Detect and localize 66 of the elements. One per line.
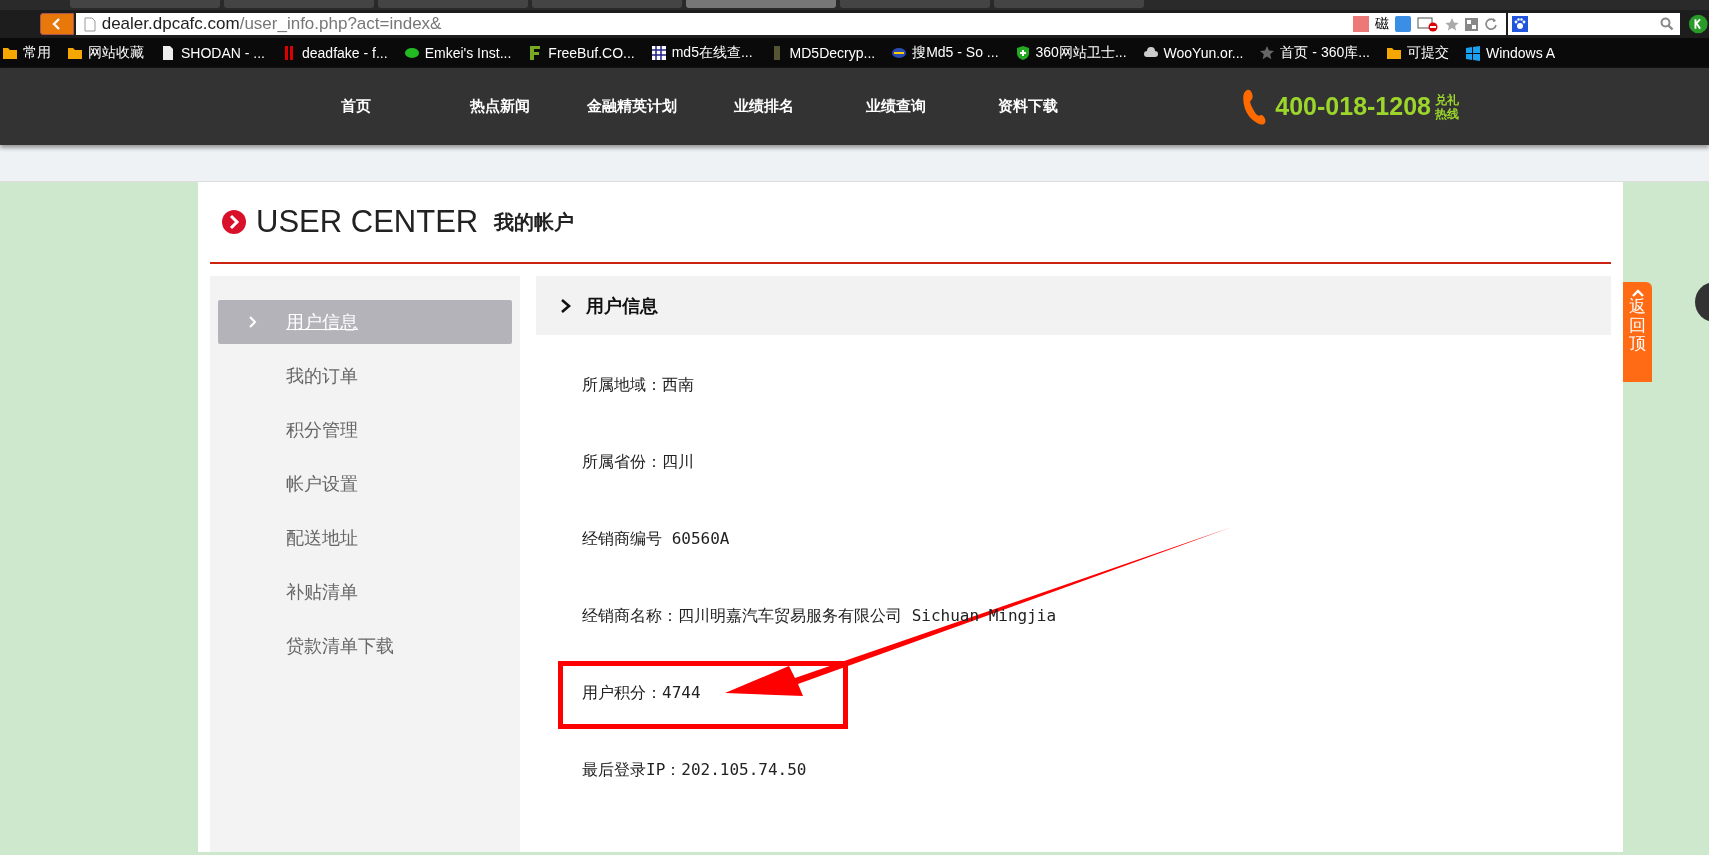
hotline-label: 热线	[1435, 106, 1459, 121]
nav-link[interactable]: 热点新闻	[434, 97, 566, 116]
bookmark[interactable]: WooYun.or...	[1142, 45, 1244, 61]
sidebar-item[interactable]: 帐户设置	[218, 462, 512, 506]
chevron-icon	[1630, 288, 1645, 298]
extension-icon[interactable]	[1688, 13, 1709, 35]
bookmark[interactable]: 搜Md5 - So ...	[891, 44, 999, 62]
qr-icon[interactable]	[1464, 17, 1478, 31]
bookmark[interactable]: 可提交	[1385, 44, 1449, 62]
info-text: 最后登录IP：202.105.74.50	[582, 760, 807, 781]
bookmark[interactable]: md5在线查...	[650, 44, 753, 62]
block-icon[interactable]	[1416, 16, 1439, 32]
bookmark[interactable]: 首页 - 360库...	[1259, 44, 1370, 62]
nav-link[interactable]: 资料下载	[962, 97, 1094, 116]
bookmark[interactable]: Windows A	[1464, 45, 1556, 61]
sidebar-item[interactable]: 配送地址	[218, 516, 512, 560]
page-subtitle: 我的帐户	[494, 208, 575, 236]
panel-title: 用户信息	[586, 293, 658, 318]
bookmark[interactable]: 常用	[2, 44, 51, 62]
bookmark[interactable]: Emkei's Inst...	[403, 45, 512, 61]
bookmark[interactable]: 网站收藏	[67, 44, 144, 62]
info-text: 经销商名称：四川明嘉汽车贸易服务有限公司 Sichuan Mingjia	[582, 606, 1057, 627]
sidebar-item[interactable]: 积分管理	[218, 408, 512, 452]
shield-icon	[1014, 45, 1031, 61]
info-text: 用户积分：4744	[582, 683, 701, 704]
chevron-icon	[248, 315, 258, 329]
star-icon[interactable]	[1444, 17, 1459, 31]
nav-link[interactable]: 首页	[308, 97, 404, 116]
refresh-icon[interactable]	[1483, 17, 1498, 31]
search-field[interactable]	[1507, 13, 1681, 35]
page-icon	[160, 45, 176, 61]
nav-link[interactable]: 金融精英计划	[566, 97, 698, 116]
folder-icon	[1385, 45, 1402, 61]
sidebar-item[interactable]: 补贴清单	[218, 570, 512, 614]
translate-icon[interactable]	[1352, 16, 1369, 32]
search-icon[interactable]	[1660, 17, 1675, 31]
info-text: 所属省份：四川	[582, 452, 694, 473]
chevron-icon	[560, 297, 572, 314]
bookmark[interactable]: MD5Decryp...	[768, 45, 876, 61]
bookmark[interactable]: SHODAN - ...	[160, 45, 265, 61]
address-bar[interactable]: dealer.dpcafc.com/user_info.php?act=index& 磁	[75, 13, 1506, 35]
hotline-number: 400-018-1208	[1275, 92, 1431, 121]
page-title: USER CENTER	[256, 204, 479, 240]
nav-link[interactable]: 业绩查询	[830, 97, 962, 116]
toolbar-label[interactable]: 磁	[1374, 15, 1389, 33]
ticket-icon[interactable]	[1394, 16, 1411, 32]
windows-icon	[1464, 45, 1481, 61]
info-text: 所属地域：西南	[582, 375, 694, 396]
bookmark[interactable]: FreeBuf.CO...	[527, 45, 635, 61]
chevron-circle-icon	[222, 210, 246, 234]
leaf-icon	[403, 45, 420, 61]
sidebar-item[interactable]: 贷款清单下载	[218, 624, 512, 668]
bookmark[interactable]: deadfake - f...	[281, 45, 388, 61]
bookmark[interactable]: 360网站卫士...	[1014, 44, 1127, 62]
paw-icon	[1511, 16, 1528, 32]
sidebar-item[interactable]: 我的订单	[218, 354, 512, 398]
folder-icon	[2, 45, 18, 61]
info-text: 经销商编号 60560A	[582, 529, 730, 550]
grid-icon	[650, 45, 667, 61]
star-icon	[1259, 45, 1276, 61]
page-icon	[83, 16, 96, 32]
badge-icon	[891, 45, 908, 61]
nav-link[interactable]: 业绩排名	[698, 97, 830, 116]
hotline-label: 兑礼	[1435, 92, 1459, 107]
back-button[interactable]	[40, 13, 74, 35]
folder-icon	[67, 45, 83, 61]
